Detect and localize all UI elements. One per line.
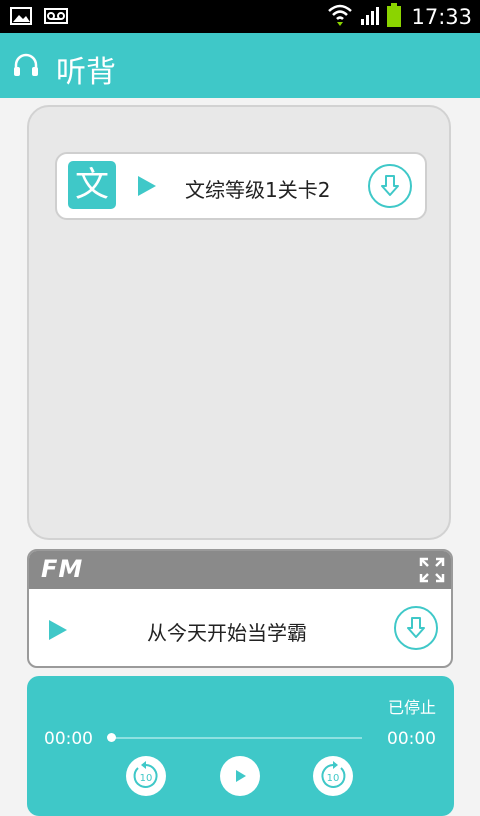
voicemail-icon <box>44 6 68 30</box>
signal-icon <box>359 4 381 30</box>
progress-bar[interactable] <box>111 737 362 739</box>
play-icon[interactable] <box>49 620 67 640</box>
lesson-list-panel: 文 文综等级1关卡2 <box>27 105 451 540</box>
svg-text:10: 10 <box>140 773 153 784</box>
fm-item[interactable]: 从今天开始当学霸 <box>29 589 451 666</box>
status-bar: 17:33 <box>0 0 480 33</box>
forward-10-button[interactable]: 10 <box>313 756 353 796</box>
expand-icon[interactable] <box>419 557 445 587</box>
forward-10-icon: 10 <box>321 761 346 788</box>
lesson-title: 文综等级1关卡2 <box>185 178 331 202</box>
player-panel: 已停止 00:00 00:00 10 10 <box>27 676 454 816</box>
current-time: 00:00 <box>44 729 93 749</box>
fm-logo: FM <box>41 555 84 583</box>
download-button[interactable] <box>394 606 438 650</box>
total-time: 00:00 <box>387 729 436 749</box>
svg-text:10: 10 <box>327 773 340 784</box>
battery-icon <box>387 3 402 31</box>
play-icon <box>236 770 246 782</box>
play-button[interactable] <box>220 756 260 796</box>
fm-item-title: 从今天开始当学霸 <box>147 621 307 645</box>
download-icon <box>407 617 425 638</box>
fm-header: FM <box>29 551 451 589</box>
progress-knob[interactable] <box>107 733 116 742</box>
play-icon[interactable] <box>138 176 156 196</box>
headphone-icon[interactable] <box>12 52 40 84</box>
download-button[interactable] <box>368 164 412 208</box>
player-status: 已停止 <box>387 698 436 717</box>
app-bar: 听背 <box>0 33 480 98</box>
wifi-icon <box>327 2 353 32</box>
download-icon <box>381 175 399 196</box>
rewind-10-button[interactable]: 10 <box>126 756 166 796</box>
status-time: 17:33 <box>411 5 472 29</box>
fm-panel: FM 从今天开始当学霸 <box>27 549 453 668</box>
rewind-10-icon: 10 <box>133 761 158 788</box>
lesson-item[interactable]: 文 文综等级1关卡2 <box>55 152 427 220</box>
subject-badge: 文 <box>68 161 116 209</box>
image-icon <box>10 6 32 30</box>
page-title: 听背 <box>56 55 116 90</box>
